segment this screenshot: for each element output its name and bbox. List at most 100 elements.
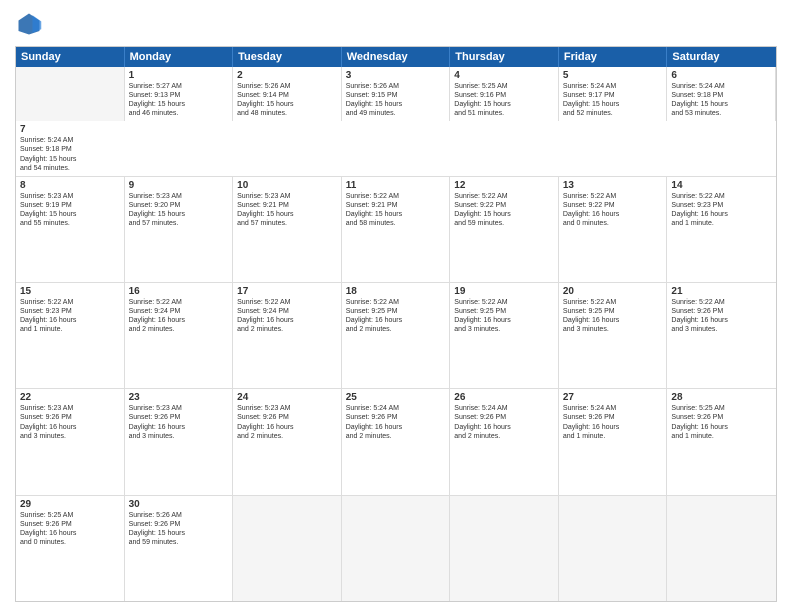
day-info: Sunrise: 5:22 AM Sunset: 9:26 PM Dayligh…: [671, 298, 772, 334]
day-info: Sunrise: 5:24 AM Sunset: 9:17 PM Dayligh…: [563, 82, 663, 118]
day-number: 7: [20, 124, 121, 135]
day-cell-16: 16Sunrise: 5:22 AM Sunset: 9:24 PM Dayli…: [125, 283, 234, 388]
day-cell-14: 14Sunrise: 5:22 AM Sunset: 9:23 PM Dayli…: [667, 177, 776, 282]
day-header-tuesday: Tuesday: [233, 47, 342, 67]
day-cell-18: 18Sunrise: 5:22 AM Sunset: 9:25 PM Dayli…: [342, 283, 451, 388]
calendar-row-0: 1Sunrise: 5:27 AM Sunset: 9:13 PM Daylig…: [16, 67, 776, 176]
empty-cell-4-4: [450, 496, 559, 601]
day-number: 14: [671, 180, 772, 191]
day-info: Sunrise: 5:22 AM Sunset: 9:21 PM Dayligh…: [346, 192, 446, 228]
day-info: Sunrise: 5:24 AM Sunset: 9:18 PM Dayligh…: [671, 82, 771, 118]
day-number: 8: [20, 180, 120, 191]
calendar-row-1: 8Sunrise: 5:23 AM Sunset: 9:19 PM Daylig…: [16, 176, 776, 282]
day-number: 12: [454, 180, 554, 191]
day-cell-11: 11Sunrise: 5:22 AM Sunset: 9:21 PM Dayli…: [342, 177, 451, 282]
day-header-friday: Friday: [559, 47, 668, 67]
day-number: 22: [20, 392, 120, 403]
day-info: Sunrise: 5:22 AM Sunset: 9:24 PM Dayligh…: [237, 298, 337, 334]
day-cell-23: 23Sunrise: 5:23 AM Sunset: 9:26 PM Dayli…: [125, 389, 234, 494]
empty-cell-4-6: [667, 496, 776, 601]
day-info: Sunrise: 5:23 AM Sunset: 9:20 PM Dayligh…: [129, 192, 229, 228]
calendar-row-3: 22Sunrise: 5:23 AM Sunset: 9:26 PM Dayli…: [16, 388, 776, 494]
calendar-body: 1Sunrise: 5:27 AM Sunset: 9:13 PM Daylig…: [16, 67, 776, 601]
day-cell-8: 8Sunrise: 5:23 AM Sunset: 9:19 PM Daylig…: [16, 177, 125, 282]
day-number: 25: [346, 392, 446, 403]
day-info: Sunrise: 5:23 AM Sunset: 9:26 PM Dayligh…: [129, 404, 229, 440]
day-number: 5: [563, 70, 663, 81]
day-info: Sunrise: 5:26 AM Sunset: 9:26 PM Dayligh…: [129, 511, 229, 547]
day-info: Sunrise: 5:22 AM Sunset: 9:24 PM Dayligh…: [129, 298, 229, 334]
day-number: 21: [671, 286, 772, 297]
day-cell-20: 20Sunrise: 5:22 AM Sunset: 9:25 PM Dayli…: [559, 283, 668, 388]
day-cell-4: 4Sunrise: 5:25 AM Sunset: 9:16 PM Daylig…: [450, 67, 559, 121]
day-cell-30: 30Sunrise: 5:26 AM Sunset: 9:26 PM Dayli…: [125, 496, 234, 601]
day-info: Sunrise: 5:22 AM Sunset: 9:25 PM Dayligh…: [454, 298, 554, 334]
day-info: Sunrise: 5:25 AM Sunset: 9:26 PM Dayligh…: [20, 511, 120, 547]
calendar-header: SundayMondayTuesdayWednesdayThursdayFrid…: [16, 47, 776, 67]
day-cell-12: 12Sunrise: 5:22 AM Sunset: 9:22 PM Dayli…: [450, 177, 559, 282]
day-number: 2: [237, 70, 337, 81]
day-number: 20: [563, 286, 663, 297]
day-info: Sunrise: 5:24 AM Sunset: 9:18 PM Dayligh…: [20, 136, 121, 172]
day-header-saturday: Saturday: [667, 47, 776, 67]
day-info: Sunrise: 5:23 AM Sunset: 9:21 PM Dayligh…: [237, 192, 337, 228]
day-cell-24: 24Sunrise: 5:23 AM Sunset: 9:26 PM Dayli…: [233, 389, 342, 494]
calendar-row-4: 29Sunrise: 5:25 AM Sunset: 9:26 PM Dayli…: [16, 495, 776, 601]
day-number: 18: [346, 286, 446, 297]
calendar: SundayMondayTuesdayWednesdayThursdayFrid…: [15, 46, 777, 602]
day-info: Sunrise: 5:22 AM Sunset: 9:23 PM Dayligh…: [20, 298, 120, 334]
day-info: Sunrise: 5:22 AM Sunset: 9:22 PM Dayligh…: [454, 192, 554, 228]
day-number: 1: [129, 70, 229, 81]
day-info: Sunrise: 5:23 AM Sunset: 9:26 PM Dayligh…: [20, 404, 120, 440]
day-number: 29: [20, 499, 120, 510]
day-number: 17: [237, 286, 337, 297]
day-header-thursday: Thursday: [450, 47, 559, 67]
day-number: 19: [454, 286, 554, 297]
day-info: Sunrise: 5:23 AM Sunset: 9:19 PM Dayligh…: [20, 192, 120, 228]
day-info: Sunrise: 5:22 AM Sunset: 9:25 PM Dayligh…: [346, 298, 446, 334]
empty-cell-4-2: [233, 496, 342, 601]
empty-cell-4-5: [559, 496, 668, 601]
day-cell-1: 1Sunrise: 5:27 AM Sunset: 9:13 PM Daylig…: [125, 67, 234, 121]
day-number: 4: [454, 70, 554, 81]
calendar-row-2: 15Sunrise: 5:22 AM Sunset: 9:23 PM Dayli…: [16, 282, 776, 388]
day-cell-10: 10Sunrise: 5:23 AM Sunset: 9:21 PM Dayli…: [233, 177, 342, 282]
day-number: 27: [563, 392, 663, 403]
day-header-sunday: Sunday: [16, 47, 125, 67]
day-info: Sunrise: 5:26 AM Sunset: 9:15 PM Dayligh…: [346, 82, 446, 118]
day-cell-26: 26Sunrise: 5:24 AM Sunset: 9:26 PM Dayli…: [450, 389, 559, 494]
day-cell-27: 27Sunrise: 5:24 AM Sunset: 9:26 PM Dayli…: [559, 389, 668, 494]
day-cell-6: 6Sunrise: 5:24 AM Sunset: 9:18 PM Daylig…: [667, 67, 776, 121]
day-info: Sunrise: 5:22 AM Sunset: 9:25 PM Dayligh…: [563, 298, 663, 334]
day-info: Sunrise: 5:27 AM Sunset: 9:13 PM Dayligh…: [129, 82, 229, 118]
day-cell-15: 15Sunrise: 5:22 AM Sunset: 9:23 PM Dayli…: [16, 283, 125, 388]
page: SundayMondayTuesdayWednesdayThursdayFrid…: [0, 0, 792, 612]
day-cell-5: 5Sunrise: 5:24 AM Sunset: 9:17 PM Daylig…: [559, 67, 668, 121]
logo-icon: [15, 10, 43, 38]
day-number: 11: [346, 180, 446, 191]
day-cell-13: 13Sunrise: 5:22 AM Sunset: 9:22 PM Dayli…: [559, 177, 668, 282]
day-info: Sunrise: 5:22 AM Sunset: 9:23 PM Dayligh…: [671, 192, 772, 228]
header: [15, 10, 777, 38]
empty-cell-4-3: [342, 496, 451, 601]
day-info: Sunrise: 5:22 AM Sunset: 9:22 PM Dayligh…: [563, 192, 663, 228]
day-info: Sunrise: 5:24 AM Sunset: 9:26 PM Dayligh…: [346, 404, 446, 440]
day-number: 3: [346, 70, 446, 81]
day-cell-29: 29Sunrise: 5:25 AM Sunset: 9:26 PM Dayli…: [16, 496, 125, 601]
day-number: 6: [671, 70, 771, 81]
day-number: 10: [237, 180, 337, 191]
day-cell-22: 22Sunrise: 5:23 AM Sunset: 9:26 PM Dayli…: [16, 389, 125, 494]
day-info: Sunrise: 5:23 AM Sunset: 9:26 PM Dayligh…: [237, 404, 337, 440]
day-number: 16: [129, 286, 229, 297]
day-info: Sunrise: 5:26 AM Sunset: 9:14 PM Dayligh…: [237, 82, 337, 118]
logo: [15, 10, 47, 38]
day-header-wednesday: Wednesday: [342, 47, 451, 67]
day-number: 30: [129, 499, 229, 510]
day-number: 26: [454, 392, 554, 403]
day-info: Sunrise: 5:24 AM Sunset: 9:26 PM Dayligh…: [454, 404, 554, 440]
day-cell-28: 28Sunrise: 5:25 AM Sunset: 9:26 PM Dayli…: [667, 389, 776, 494]
day-number: 28: [671, 392, 772, 403]
day-number: 9: [129, 180, 229, 191]
day-cell-3: 3Sunrise: 5:26 AM Sunset: 9:15 PM Daylig…: [342, 67, 451, 121]
day-info: Sunrise: 5:24 AM Sunset: 9:26 PM Dayligh…: [563, 404, 663, 440]
